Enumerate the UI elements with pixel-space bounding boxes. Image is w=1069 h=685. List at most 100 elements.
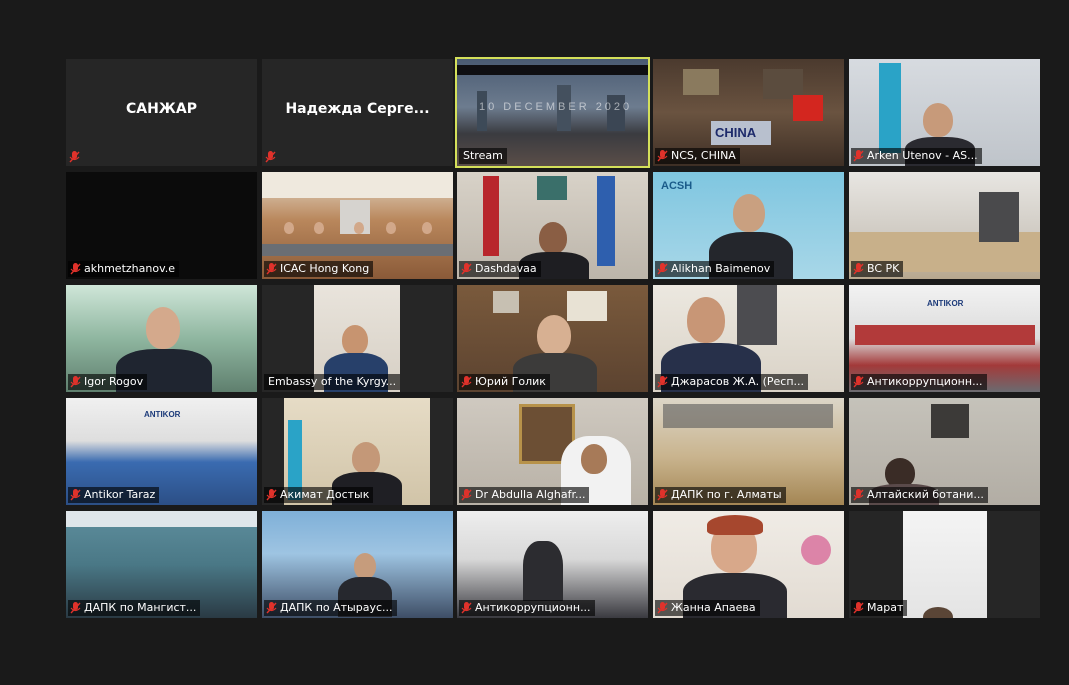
participant-tile-icac[interactable]: ICAC Hong Kong: [262, 172, 453, 279]
participant-tile-alikhan[interactable]: ACSH Alikhan Baimenov: [653, 172, 844, 279]
participant-name-center: САНЖАР: [125, 101, 198, 117]
stream-overlay-text: 10 DECEMBER 2020: [479, 101, 633, 113]
participant-label: Arken Utenov - AS...: [851, 148, 982, 164]
participant-tile-nadezhda[interactable]: Надежда Серге...: [262, 59, 453, 166]
participant-tile-dapk-mangist[interactable]: ДАПК по Мангист...: [66, 511, 257, 618]
participant-name-center: Надежда Серге...: [285, 101, 430, 117]
participant-label: Igor Rogov: [68, 374, 148, 390]
participant-label: Марат: [851, 600, 908, 616]
participant-label: BC PK: [851, 261, 904, 277]
participant-tile-stream[interactable]: 10 DECEMBER 2020 Stream: [455, 57, 650, 168]
participant-name: Alikhan Baimenov: [671, 262, 771, 275]
participant-name: Arken Utenov - AS...: [867, 149, 978, 162]
muted-mic-icon: [69, 150, 80, 163]
antikor-logo-text: ANTIKOR: [927, 299, 964, 308]
participant-name: Акимат Достык: [280, 488, 370, 501]
gallery-view: САНЖАР Надежда Серге... 10 DECEMBER 2020…: [8, 8, 1061, 677]
participant-name: Антикоррупционн...: [475, 601, 591, 614]
muted-mic-icon: [70, 376, 81, 388]
participant-tile-yuriy[interactable]: Юрий Голик: [457, 285, 648, 392]
participant-tile-marat[interactable]: Марат: [849, 511, 1040, 618]
participant-label: Stream: [459, 148, 507, 164]
muted-mic-icon: [70, 263, 81, 275]
participant-label: ДАПК по Атырауc...: [264, 600, 397, 616]
participant-name: ДАПК по Атырауc...: [280, 601, 393, 614]
muted-mic-icon: [657, 489, 668, 501]
participant-tile-dapk-atyrau[interactable]: ДАПК по Атырауc...: [262, 511, 453, 618]
participant-name: akhmetzhanov.e: [84, 262, 175, 275]
muted-mic-icon: [853, 602, 864, 614]
participant-label: ICAC Hong Kong: [264, 261, 374, 277]
participant-tile-altai[interactable]: Алтайский ботани...: [849, 398, 1040, 505]
participant-name: Алтайский ботани...: [867, 488, 984, 501]
participant-tile-dapk-almaty[interactable]: ДАПК по г. Алматы: [653, 398, 844, 505]
muted-mic-icon: [266, 489, 277, 501]
muted-mic-icon: [853, 489, 864, 501]
participant-name: Dr Abdulla Alghafr...: [475, 488, 586, 501]
muted-mic-icon: [657, 263, 668, 275]
muted-mic-icon: [657, 602, 668, 614]
participant-label: akhmetzhanov.e: [68, 261, 179, 277]
participant-tile-antikor-taraz[interactable]: ANTIKOR Antikor Taraz: [66, 398, 257, 505]
acsh-logo-text: ACSH: [661, 180, 693, 192]
participant-name: Жанна Апаева: [671, 601, 756, 614]
participant-name: Igor Rogov: [84, 375, 144, 388]
participant-label: Антикоррупционн...: [459, 600, 595, 616]
participant-name: Antikor Taraz: [84, 488, 156, 501]
muted-mic-icon: [461, 376, 472, 388]
participant-label: Юрий Голик: [459, 374, 550, 390]
participant-label: Alikhan Baimenov: [655, 261, 775, 277]
participant-tile-arken[interactable]: Arken Utenov - AS...: [849, 59, 1040, 166]
participant-name: Dashdavaa: [475, 262, 537, 275]
participant-name: Антикоррупционн...: [867, 375, 983, 388]
participant-name: Марат: [867, 601, 904, 614]
muted-mic-icon: [266, 263, 277, 275]
participant-tile-zhanna[interactable]: Жанна Апаева: [653, 511, 844, 618]
participant-name: ДАПК по г. Алматы: [671, 488, 782, 501]
participant-label: Embassy of the Kyrgy...: [264, 374, 401, 390]
participant-label: Dr Abdulla Alghafr...: [459, 487, 590, 503]
participant-name: Джарасов Ж.А. (Респ...: [671, 375, 805, 388]
participant-label: Antikor Taraz: [68, 487, 160, 503]
participant-tile-akimat[interactable]: Акимат Достык: [262, 398, 453, 505]
muted-mic-icon: [266, 602, 277, 614]
participant-tile-igor[interactable]: Igor Rogov: [66, 285, 257, 392]
participant-tile-antikor-1[interactable]: ANTIKOR Антикоррупционн...: [849, 285, 1040, 392]
participant-name: BC PK: [867, 262, 900, 275]
participant-tile-dzharasov[interactable]: Джарасов Ж.А. (Респ...: [653, 285, 844, 392]
participant-name: Embassy of the Kyrgy...: [268, 375, 397, 388]
muted-mic-icon: [461, 263, 472, 275]
participant-label: ДАПК по Мангист...: [68, 600, 201, 616]
participant-label: Dashdavaa: [459, 261, 541, 277]
muted-mic-icon: [461, 602, 472, 614]
participant-tile-dashdavaa[interactable]: Dashdavaa: [457, 172, 648, 279]
participant-tile-sanzhar[interactable]: САНЖАР: [66, 59, 257, 166]
muted-mic-icon: [657, 150, 668, 162]
participant-name: Юрий Голик: [475, 375, 546, 388]
participant-tile-abdulla[interactable]: Dr Abdulla Alghafr...: [457, 398, 648, 505]
participant-label: ДАПК по г. Алматы: [655, 487, 786, 503]
participant-tile-antikor-2[interactable]: Антикоррупционн...: [457, 511, 648, 618]
muted-mic-icon: [70, 602, 81, 614]
muted-mic-icon: [657, 376, 668, 388]
participant-label: Алтайский ботани...: [851, 487, 988, 503]
participant-name: Stream: [463, 149, 503, 162]
participant-tile-embassy[interactable]: Embassy of the Kyrgy...: [262, 285, 453, 392]
participant-label: Акимат Достык: [264, 487, 374, 503]
muted-mic-icon: [265, 150, 276, 163]
participant-tile-ncs-china[interactable]: CHINA NCS, CHINA: [653, 59, 844, 166]
muted-mic-icon: [853, 263, 864, 275]
participant-label: Джарасов Ж.А. (Респ...: [655, 374, 809, 390]
ncs-overlay-text: CHINA: [715, 125, 757, 140]
muted-mic-icon: [461, 489, 472, 501]
participant-name: NCS, CHINA: [671, 149, 736, 162]
participant-tile-akhmetzhanov[interactable]: akhmetzhanov.e: [66, 172, 257, 279]
muted-mic-icon: [70, 489, 81, 501]
muted-mic-icon: [853, 150, 864, 162]
participant-name: ДАПК по Мангист...: [84, 601, 197, 614]
participant-label: NCS, CHINA: [655, 148, 740, 164]
muted-mic-icon: [853, 376, 864, 388]
participant-label: Антикоррупционн...: [851, 374, 987, 390]
participant-label: Жанна Апаева: [655, 600, 760, 616]
participant-tile-bc-pk[interactable]: BC PK: [849, 172, 1040, 279]
